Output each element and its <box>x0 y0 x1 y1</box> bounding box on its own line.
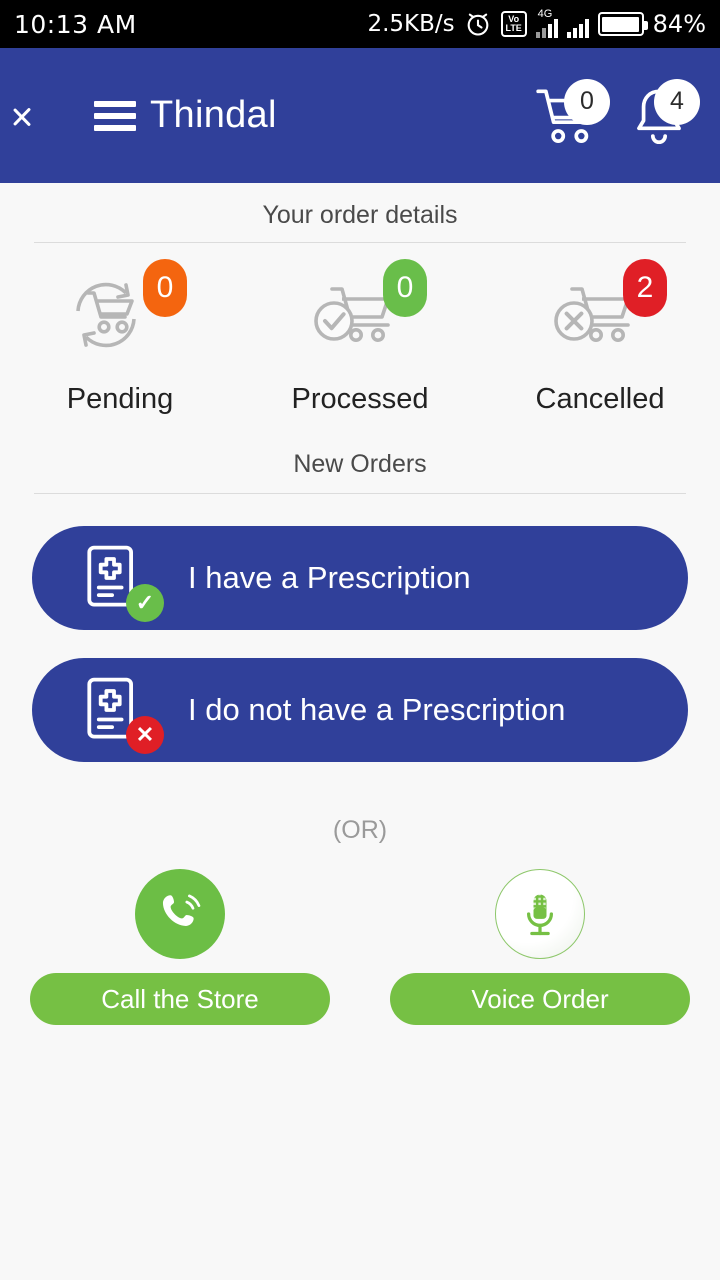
app-screen: 10:13 AM 2.5KB/s Vo LTE 4G 84% Thindal 0… <box>0 0 720 1280</box>
hamburger-menu-icon[interactable] <box>94 100 136 131</box>
new-orders-section-title: New Orders <box>293 450 427 478</box>
quick-actions-row: Call the Store Voice Order <box>0 845 720 1025</box>
network-speed-text: 2.5KB/s <box>367 11 455 37</box>
no-prescription-label: I do not have a Prescription <box>188 692 566 727</box>
have-prescription-label: I have a Prescription <box>188 560 471 595</box>
stat-processed-badge: 0 <box>383 259 427 317</box>
prescription-cancel-icon: ✕ <box>76 672 164 754</box>
back-chevron-icon[interactable] <box>24 93 54 139</box>
stat-cancelled-icon-wrap: 2 <box>525 259 675 365</box>
prescription-check-icon: ✓ <box>76 540 164 622</box>
notifications-button[interactable]: 4 <box>622 78 700 153</box>
stat-cancelled[interactable]: 2 Cancelled <box>480 259 720 416</box>
alarm-clock-icon <box>464 10 492 38</box>
voice-order-label[interactable]: Voice Order <box>390 973 690 1025</box>
stat-cancelled-label: Cancelled <box>535 383 665 415</box>
app-header: Thindal 0 4 <box>0 48 720 183</box>
page-title: Thindal <box>150 94 277 136</box>
signal-strength-icon-secondary <box>566 10 589 38</box>
stat-processed-icon-wrap: 0 <box>285 259 435 365</box>
notification-count-badge: 4 <box>654 78 700 125</box>
phone-call-icon <box>135 869 225 959</box>
network-type-label: 4G <box>537 8 553 20</box>
battery-icon <box>597 12 648 36</box>
stat-processed-label: Processed <box>291 383 429 415</box>
call-the-store-label[interactable]: Call the Store <box>30 973 330 1025</box>
cart-button[interactable]: 0 <box>532 78 610 153</box>
prescription-cancel-badge: ✕ <box>126 716 164 754</box>
call-the-store-action[interactable]: Call the Store <box>30 869 330 1025</box>
header-actions: 0 4 <box>532 78 700 153</box>
signal-strength-icon-primary: 4G <box>535 8 558 38</box>
status-bar-icons: 2.5KB/s Vo LTE 4G 84% <box>367 8 706 38</box>
volte-icon: Vo LTE <box>500 11 527 37</box>
stat-pending-label: Pending <box>66 383 174 415</box>
voice-order-action[interactable]: Voice Order <box>390 869 690 1025</box>
stat-cancelled-badge: 2 <box>623 259 667 317</box>
volte-bottom-text: LTE <box>505 23 522 33</box>
have-prescription-button[interactable]: ✓ I have a Prescription <box>32 526 688 630</box>
stat-pending-icon-wrap: 0 <box>45 259 195 365</box>
status-bar: 10:13 AM 2.5KB/s Vo LTE 4G 84% <box>0 0 720 48</box>
cart-count-badge: 0 <box>564 78 610 125</box>
status-bar-clock: 10:13 AM <box>14 9 137 39</box>
stat-processed[interactable]: 0 Processed <box>240 259 480 416</box>
stat-pending-badge: 0 <box>143 259 187 317</box>
no-prescription-button[interactable]: ✕ I do not have a Prescription <box>32 658 688 762</box>
microphone-icon <box>495 869 585 959</box>
order-stats-row: 0 Pending 0 Processed 2 Cancelled <box>0 243 720 422</box>
stat-pending[interactable]: 0 Pending <box>0 259 240 416</box>
or-separator-text: (OR) <box>332 816 388 844</box>
battery-percent-text: 84% <box>652 10 706 38</box>
order-details-section-title: Your order details <box>262 201 458 229</box>
prescription-check-badge: ✓ <box>126 584 164 622</box>
